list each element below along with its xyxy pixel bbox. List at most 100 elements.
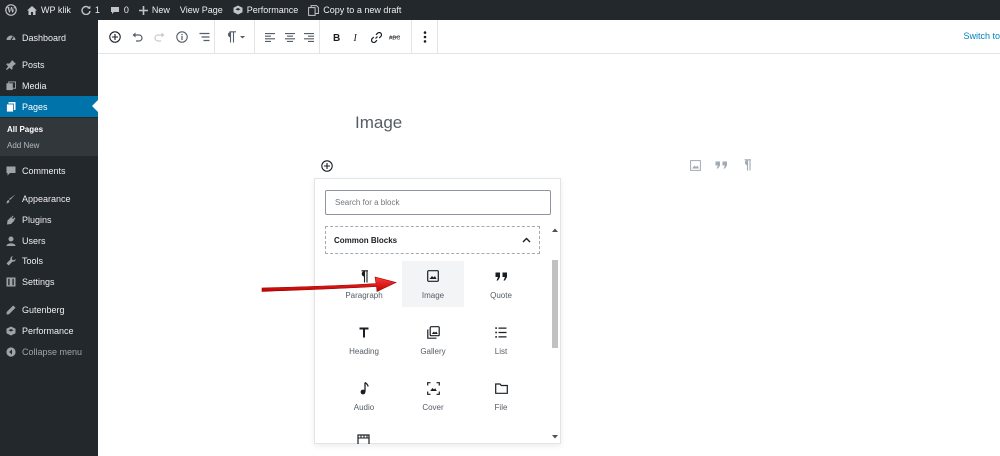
- submenu-add-new[interactable]: Add New: [7, 141, 39, 150]
- undo-icon[interactable]: [127, 27, 146, 47]
- updates-count: 1: [94, 5, 100, 15]
- switch-to-draft-link[interactable]: Switch to: [963, 31, 1000, 41]
- block-inserter-popover: Common Blocks Paragraph Image: [314, 178, 561, 444]
- quick-quote-icon[interactable]: [714, 159, 728, 171]
- collapse-label: Collapse menu: [22, 346, 83, 357]
- cover-icon: [426, 379, 440, 397]
- italic-icon[interactable]: I: [346, 27, 366, 47]
- new-label: New: [151, 5, 170, 15]
- pages-icon: [6, 101, 16, 112]
- sidebar-label: Users: [22, 235, 46, 246]
- view-page-label: View Page: [179, 5, 223, 15]
- block-navigation-icon[interactable]: [195, 27, 214, 47]
- performance-link[interactable]: Performance: [228, 0, 304, 20]
- inline-inserter-icon[interactable]: [321, 159, 333, 172]
- sidebar-item-pages[interactable]: Pages: [0, 96, 98, 117]
- common-blocks-panel-header[interactable]: Common Blocks: [325, 226, 540, 254]
- pin-icon: [6, 59, 16, 70]
- sidebar-item-media[interactable]: Media: [0, 75, 98, 96]
- bold-icon[interactable]: B: [326, 27, 346, 47]
- updates-link[interactable]: 1: [76, 0, 105, 20]
- more-options-icon[interactable]: [415, 27, 435, 47]
- site-name-link[interactable]: WP klik: [22, 0, 76, 20]
- sidebar-item-comments[interactable]: Comments: [0, 160, 98, 181]
- strikethrough-icon[interactable]: ABC: [386, 27, 406, 47]
- copy-draft-label: Copy to a new draft: [323, 5, 402, 15]
- admin-sidebar: Dashboard Posts Media Pages All Pages Ad…: [0, 20, 98, 456]
- performance-icon: [6, 326, 16, 336]
- sidebar-item-plugins[interactable]: Plugins: [0, 209, 98, 230]
- quote-icon: [495, 267, 508, 285]
- collapse-menu-button[interactable]: Collapse menu: [0, 341, 98, 362]
- block-item-quote[interactable]: Quote: [470, 261, 532, 307]
- block-label: List: [494, 347, 508, 356]
- sidebar-label: Plugins: [22, 214, 52, 225]
- sidebar-item-dashboard[interactable]: Dashboard: [0, 27, 98, 48]
- user-icon: [6, 236, 16, 246]
- block-label: File: [494, 403, 508, 412]
- view-page-link[interactable]: View Page: [175, 0, 228, 20]
- info-icon[interactable]: [172, 27, 191, 47]
- sidebar-item-appearance[interactable]: Appearance: [0, 188, 98, 209]
- block-label: Cover: [422, 403, 444, 412]
- format-toolbar-group: B I ABC: [320, 20, 412, 54]
- block-search-input[interactable]: [325, 190, 551, 215]
- block-item-audio[interactable]: Audio: [333, 373, 395, 419]
- sidebar-label: Gutenberg: [22, 304, 65, 315]
- sidebar-item-settings[interactable]: Settings: [0, 271, 98, 292]
- paragraph-switcher-icon[interactable]: [223, 27, 249, 47]
- video-icon: [357, 434, 371, 444]
- copy-icon: [308, 4, 320, 16]
- quick-image-icon[interactable]: [688, 159, 702, 171]
- sidebar-item-posts[interactable]: Posts: [0, 54, 98, 75]
- wordpress-logo-icon[interactable]: W: [0, 0, 22, 20]
- scroll-up-arrow-icon[interactable]: [551, 226, 559, 234]
- svg-text:B: B: [333, 33, 340, 42]
- list-icon: [495, 323, 507, 341]
- sidebar-label: Dashboard: [22, 32, 67, 43]
- quick-paragraph-icon[interactable]: [740, 159, 754, 171]
- comments-count: 0: [123, 5, 129, 15]
- block-item-cover[interactable]: Cover: [402, 373, 464, 419]
- page-title[interactable]: Image: [355, 113, 402, 133]
- submenu-all-pages[interactable]: All Pages: [7, 125, 43, 134]
- sidebar-label: Posts: [22, 59, 45, 70]
- sidebar-item-tools[interactable]: Tools: [0, 250, 98, 271]
- redo-icon[interactable]: [150, 27, 169, 47]
- block-item-image[interactable]: Image: [402, 261, 464, 307]
- block-label: Image: [421, 291, 445, 300]
- plus-icon: [138, 5, 148, 15]
- sidebar-label: Pages: [22, 101, 48, 112]
- svg-text:W: W: [6, 6, 15, 15]
- align-center-icon[interactable]: [280, 27, 300, 47]
- updates-icon: [81, 5, 91, 15]
- site-name: WP klik: [41, 5, 71, 15]
- inserter-scrollbar[interactable]: [551, 226, 559, 441]
- plug-icon: [6, 215, 16, 225]
- block-item-gallery[interactable]: Gallery: [402, 317, 464, 363]
- link-icon[interactable]: [366, 27, 386, 47]
- comments-link[interactable]: 0: [105, 0, 134, 20]
- add-block-icon[interactable]: [105, 27, 124, 47]
- align-right-icon[interactable]: [299, 27, 319, 47]
- sidebar-label: Comments: [22, 165, 66, 176]
- align-left-icon[interactable]: [260, 27, 280, 47]
- sidebar-item-users[interactable]: Users: [0, 230, 98, 251]
- copy-to-draft-link[interactable]: Copy to a new draft: [303, 0, 406, 20]
- heading-icon: [359, 323, 369, 341]
- sidebar-item-performance[interactable]: Performance: [0, 320, 98, 341]
- new-content-link[interactable]: New: [134, 0, 175, 20]
- sidebar-item-gutenberg[interactable]: Gutenberg: [0, 299, 98, 320]
- pages-submenu: All Pages Add New: [0, 118, 98, 156]
- block-item-file[interactable]: File: [470, 373, 532, 419]
- block-item-heading[interactable]: Heading: [333, 317, 395, 363]
- sidebar-label: Tools: [22, 255, 44, 266]
- block-label: Heading: [349, 347, 379, 356]
- sidebar-label: Performance: [22, 325, 74, 336]
- wrench-icon: [6, 255, 16, 266]
- home-icon: [27, 5, 37, 15]
- block-item-list[interactable]: List: [470, 317, 532, 363]
- scroll-down-arrow-icon[interactable]: [551, 433, 559, 441]
- scroll-thumb[interactable]: [552, 260, 558, 348]
- alignment-toolbar-group: [255, 20, 320, 54]
